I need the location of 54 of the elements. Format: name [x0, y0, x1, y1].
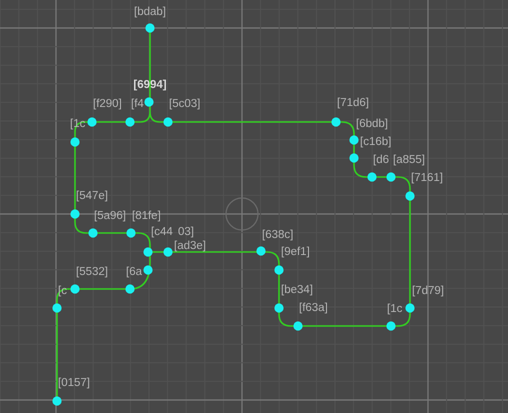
point-label: [1c: [387, 303, 402, 315]
control-point[interactable]: [274, 265, 284, 275]
control-point[interactable]: [293, 321, 303, 331]
control-point[interactable]: [386, 172, 396, 182]
point-label: [6bdb]: [356, 118, 388, 130]
point-label: [0157]: [58, 377, 90, 389]
point-label: [7161]: [411, 172, 443, 184]
control-point[interactable]: [405, 303, 415, 313]
control-point[interactable]: [367, 172, 377, 182]
point-label: [a855]: [393, 154, 425, 166]
control-point[interactable]: [145, 23, 155, 33]
control-point[interactable]: [405, 191, 415, 201]
control-point[interactable]: [87, 117, 97, 127]
control-point[interactable]: [125, 284, 135, 294]
control-point[interactable]: [143, 265, 153, 275]
control-point[interactable]: [70, 284, 80, 294]
point-label: [5c03]: [169, 98, 200, 110]
point-label: [c16b]: [360, 136, 392, 148]
point-label: [d6: [373, 154, 389, 166]
control-point[interactable]: [349, 135, 359, 145]
point-label: [f4: [131, 98, 144, 110]
point-label: [6a: [126, 266, 142, 278]
point-label: [be34]: [281, 284, 313, 296]
control-point[interactable]: [144, 97, 154, 107]
origin-circle: [225, 197, 259, 231]
point-label: [638c]: [262, 229, 294, 241]
control-point[interactable]: [52, 303, 62, 313]
point-label: [547e]: [76, 190, 108, 202]
point-label: [c44: [151, 226, 173, 238]
control-point[interactable]: [125, 117, 135, 127]
control-point[interactable]: [256, 246, 266, 256]
point-label: [ad3e]: [174, 240, 206, 252]
control-point[interactable]: [70, 209, 80, 219]
control-point[interactable]: [70, 137, 80, 147]
control-point[interactable]: [163, 117, 173, 127]
point-label: [81fe]: [132, 210, 161, 222]
control-point[interactable]: [163, 247, 173, 257]
control-point[interactable]: [349, 153, 359, 163]
control-point[interactable]: [331, 117, 341, 127]
point-label: [5a96]: [94, 210, 126, 222]
control-point[interactable]: [274, 303, 284, 313]
point-label: [7d79]: [412, 285, 444, 297]
control-point[interactable]: [88, 228, 98, 238]
control-point[interactable]: [52, 396, 62, 406]
control-point[interactable]: [143, 247, 153, 257]
point-label: [5532]: [76, 266, 108, 278]
point-label: 03]: [178, 226, 194, 238]
point-label: [f290]: [93, 98, 122, 110]
point-label: [bdab]: [134, 6, 166, 18]
control-point[interactable]: [126, 228, 136, 238]
point-label: [f63a]: [299, 302, 328, 314]
point-label: [71d6]: [337, 97, 369, 109]
point-label: [9ef1]: [281, 246, 310, 258]
control-point[interactable]: [386, 321, 396, 331]
